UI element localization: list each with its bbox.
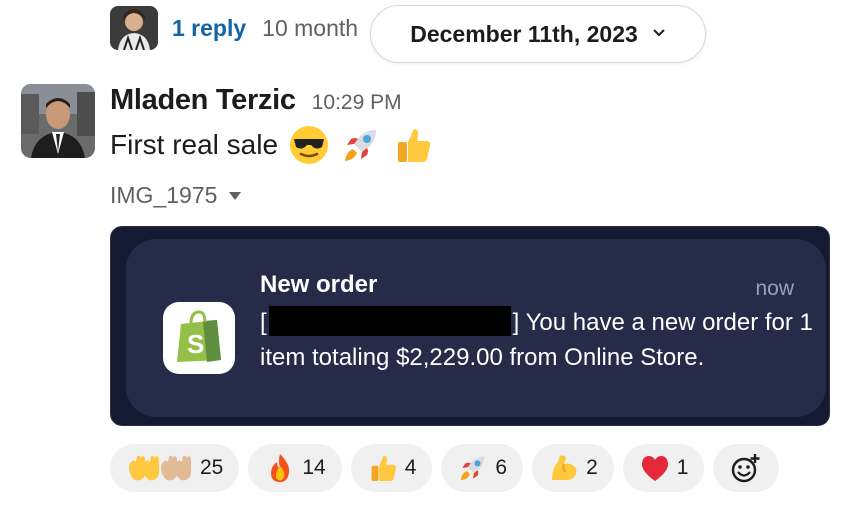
reaction-count: 2 [586, 456, 598, 479]
add-reaction-button[interactable] [713, 444, 780, 492]
message-text: First real sale [110, 129, 279, 160]
caret-down-icon [229, 188, 242, 204]
order-notification: S New order now [] You have a new order … [126, 239, 826, 417]
date-divider-button[interactable]: December 11th, 2023 [370, 5, 706, 63]
reaction-count: 1 [676, 456, 689, 479]
notification-body-prefix: [ [260, 309, 267, 336]
reaction-raised-hands[interactable]: 25 [110, 444, 240, 492]
chevron-down-icon [652, 25, 666, 43]
reaction-bar: 25 14 4 6 2 1 [110, 444, 780, 492]
redacted-store-name [268, 306, 511, 336]
reaction-flexed-biceps[interactable]: 2 [532, 444, 614, 492]
add-reaction-icon [730, 452, 762, 484]
reaction-fire[interactable]: 14 [248, 444, 342, 492]
svg-text:S: S [187, 329, 204, 359]
fire-emoji-icon [264, 452, 296, 484]
reply-count-link[interactable]: 1 reply [172, 15, 246, 42]
reaction-thumbs-up[interactable]: 4 [350, 444, 433, 492]
message-timestamp[interactable]: 10:29 PM [312, 91, 402, 115]
thumbs-up-emoji-icon [367, 452, 399, 484]
notification-body: [] You have a new order for 1 item total… [260, 305, 820, 375]
date-label: December 11th, 2023 [410, 20, 638, 47]
reaction-rocket[interactable]: 6 [441, 444, 524, 492]
reaction-count: 25 [200, 456, 224, 479]
attachment-file-name: IMG_1975 [110, 182, 218, 208]
message-body: First real sale [110, 124, 434, 166]
raised-hands-emoji-icon [126, 452, 194, 484]
red-heart-emoji-icon [639, 452, 671, 484]
avatar[interactable] [21, 84, 95, 158]
author-name[interactable]: Mladen Terzic [110, 84, 296, 117]
shopify-icon: S [163, 302, 235, 374]
image-attachment[interactable]: S New order now [] You have a new order … [110, 226, 830, 426]
next-message-preview [110, 504, 210, 510]
thumbs-up-emoji-icon [392, 124, 434, 166]
reply-user-avatar [110, 6, 158, 50]
notification-time: now [755, 277, 794, 300]
flexed-biceps-emoji-icon [548, 452, 580, 484]
thread-reply-row[interactable]: 1 reply 10 month [110, 6, 358, 50]
notification-title: New order [260, 271, 378, 298]
reaction-count: 6 [495, 456, 508, 479]
sunglasses-emoji-icon [288, 124, 330, 166]
reaction-red-heart[interactable]: 1 [622, 444, 705, 492]
reaction-count: 4 [404, 456, 417, 479]
reaction-count: 14 [302, 456, 326, 479]
rocket-emoji-icon [340, 124, 382, 166]
attachment-toggle[interactable]: IMG_1975 [110, 182, 242, 209]
rocket-emoji-icon [457, 452, 489, 484]
reply-time: 10 month [262, 14, 359, 41]
